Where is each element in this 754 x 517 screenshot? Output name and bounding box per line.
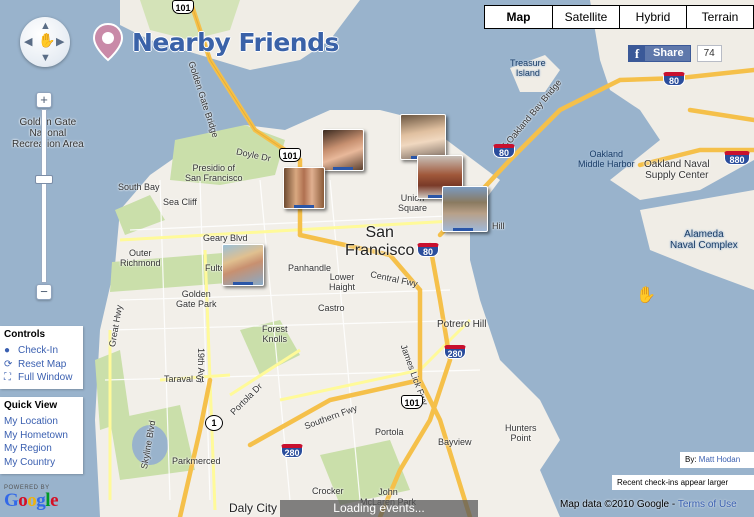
share-label: Share bbox=[653, 47, 684, 59]
my-country-link[interactable]: My Country bbox=[4, 456, 79, 470]
pan-down-icon[interactable]: ▼ bbox=[40, 53, 51, 64]
loading-status: Loading events... bbox=[280, 500, 478, 517]
facebook-icon: f bbox=[629, 45, 645, 61]
hand-icon: ✋ bbox=[38, 32, 56, 48]
i-80-shield: 80 bbox=[417, 243, 439, 257]
map-type-map-button[interactable]: Map bbox=[485, 6, 552, 28]
i-880-shield: 880 bbox=[724, 151, 750, 165]
recent-checkins-note: Recent check-ins appear larger bbox=[612, 475, 754, 490]
reset-map-link[interactable]: ⟳ Reset Map bbox=[4, 358, 79, 372]
check-in-link[interactable]: ● Check-In bbox=[4, 344, 79, 358]
us-101-shield: 101 bbox=[172, 0, 194, 14]
terms-of-use-link[interactable]: Terms of Use bbox=[678, 499, 737, 510]
my-location-link[interactable]: My Location bbox=[4, 415, 79, 429]
refresh-icon: ⟳ bbox=[4, 358, 13, 370]
zoom-slider-track[interactable] bbox=[41, 109, 47, 283]
author-byline: By: Matt Hodan bbox=[680, 452, 754, 468]
fullscreen-icon: ⛶ bbox=[4, 372, 11, 383]
friend-photo-marker[interactable] bbox=[400, 114, 446, 160]
powered-by-google[interactable]: POWERED BY Google bbox=[4, 485, 58, 510]
label-geary-blvd: Geary Blvd bbox=[203, 233, 248, 243]
label-oakland-naval-supply: Oakland Naval Supply Center bbox=[644, 159, 710, 181]
label-sea-cliff: Sea Cliff bbox=[163, 197, 197, 207]
zoom-slider-thumb[interactable] bbox=[35, 175, 53, 184]
map-attribution: Map data ©2010 Google - Terms of Use bbox=[560, 499, 737, 510]
label-crocker: Crocker bbox=[312, 486, 344, 496]
label-daly-city: Daly City bbox=[229, 501, 278, 515]
hand-cursor-icon: ✋ bbox=[636, 287, 656, 304]
map-pin-icon: ● bbox=[4, 345, 11, 356]
my-region-link[interactable]: My Region bbox=[4, 442, 79, 456]
label-potrero-hill: Potrero Hill bbox=[437, 319, 487, 330]
pan-control[interactable]: ▲ ▼ ◀ ▶ ✋ bbox=[20, 17, 70, 67]
city-label-san-francisco: San Francisco bbox=[345, 224, 415, 259]
map-type-hybrid-button[interactable]: Hybrid bbox=[619, 6, 686, 28]
label-bayview: Bayview bbox=[438, 437, 472, 447]
label-alameda-naval: Alameda Naval Complex bbox=[670, 229, 738, 251]
ca-1-shield: 1 bbox=[205, 415, 223, 431]
us-101-shield: 101 bbox=[279, 148, 301, 162]
share-button[interactable]: f Share bbox=[628, 44, 691, 62]
label-hill: Hill bbox=[492, 221, 505, 231]
pan-right-icon[interactable]: ▶ bbox=[56, 37, 64, 48]
friend-photo-marker[interactable] bbox=[283, 167, 325, 209]
i-280-shield: 280 bbox=[281, 444, 303, 458]
i-80-shield: 80 bbox=[663, 72, 685, 86]
app-logo: Nearby Friends bbox=[88, 22, 339, 62]
facebook-share: f Share 74 bbox=[628, 44, 722, 62]
friend-photo-marker[interactable] bbox=[222, 244, 264, 286]
label-parkmerced: Parkmerced bbox=[172, 456, 221, 466]
map-type-satellite-button[interactable]: Satellite bbox=[552, 6, 619, 28]
controls-title: Controls bbox=[4, 329, 46, 340]
google-logo: Google bbox=[4, 490, 58, 511]
zoom-in-button[interactable]: + bbox=[36, 92, 52, 108]
label-hunters-point: Hunters Point bbox=[505, 423, 537, 443]
app-title: Nearby Friends bbox=[132, 27, 339, 57]
label-outer-richmond: Outer Richmond bbox=[120, 248, 161, 268]
label-lower-haight: Lower Haight bbox=[329, 272, 356, 292]
map-pin-logo-icon bbox=[92, 22, 124, 62]
us-101-shield: 101 bbox=[401, 395, 423, 409]
label-forest-knolls: Forest Knolls bbox=[262, 324, 288, 344]
label-castro: Castro bbox=[318, 303, 345, 313]
share-count: 74 bbox=[696, 44, 722, 62]
zoom-out-button[interactable]: − bbox=[36, 284, 52, 300]
label-treasure-island: Treasure Island bbox=[510, 58, 546, 78]
label-oakland-middle-harbor: Oakland Middle Harbor bbox=[578, 149, 635, 169]
pan-left-icon[interactable]: ◀ bbox=[24, 37, 32, 48]
map-type-selector: Map Satellite Hybrid Terrain bbox=[484, 5, 754, 29]
map-canvas[interactable]: San Francisco Golden Gate National Recre… bbox=[0, 0, 754, 517]
controls-panel: Controls ● Check-In ⟳ Reset Map ⛶ Full W… bbox=[0, 326, 83, 389]
i-80-shield: 80 bbox=[493, 144, 515, 158]
label-south-bay: South Bay bbox=[118, 182, 160, 192]
friend-photo-marker[interactable] bbox=[322, 129, 364, 171]
quick-view-panel: Quick View My Location My Hometown My Re… bbox=[0, 397, 83, 474]
label-portola: Portola bbox=[375, 427, 404, 437]
pan-up-icon[interactable]: ▲ bbox=[40, 21, 51, 32]
label-taraval-st: Taraval St bbox=[164, 374, 205, 384]
quick-view-title: Quick View bbox=[4, 400, 58, 411]
friend-photo-marker[interactable] bbox=[442, 186, 488, 232]
author-link[interactable]: Matt Hodan bbox=[699, 455, 740, 464]
label-panhandle: Panhandle bbox=[288, 263, 332, 273]
map-type-terrain-button[interactable]: Terrain bbox=[686, 6, 753, 28]
label-presidio: Presidio of San Francisco bbox=[185, 163, 243, 183]
full-window-link[interactable]: ⛶ Full Window bbox=[4, 371, 79, 385]
label-golden-gate-park: Golden Gate Park bbox=[176, 289, 217, 309]
label-golden-gate-rec-area: Golden Gate National Recreation Area bbox=[12, 117, 84, 150]
i-280-shield: 280 bbox=[444, 345, 466, 359]
my-hometown-link[interactable]: My Hometown bbox=[4, 429, 79, 443]
